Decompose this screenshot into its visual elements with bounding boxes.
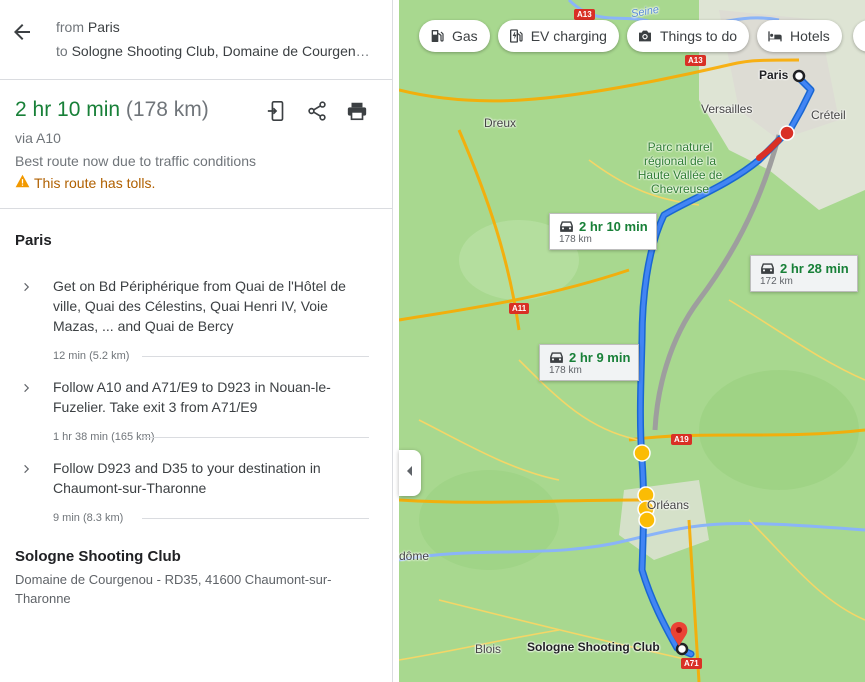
back-arrow-icon[interactable]: [10, 20, 36, 44]
callout-time: 2 hr 9 min: [569, 350, 631, 365]
route-best-note: Best route now due to traffic conditions: [15, 153, 256, 169]
map-label-park: Parc naturel régional de la Haute Vallée…: [637, 140, 723, 196]
step-duration: 12 min (5.2 km): [53, 350, 130, 362]
step-divider: [142, 356, 369, 357]
origin-marker[interactable]: [792, 69, 806, 83]
camera-icon: [637, 28, 653, 44]
road-shield-a71: A71: [681, 658, 702, 669]
chip-hotels[interactable]: Hotels: [757, 20, 842, 52]
chip-things-to-do[interactable]: Things to do: [626, 20, 750, 52]
step-instruction: Follow D923 and D35 to your destination …: [53, 460, 321, 496]
chevron-right-icon: [20, 462, 34, 476]
route-callout-alternative-2[interactable]: 2 hr 9 min 178 km: [539, 344, 640, 381]
map-canvas[interactable]: Paris Versailles Créteil Dreux Parc natu…: [399, 0, 865, 682]
step-divider: [142, 518, 369, 519]
map-label-destination[interactable]: Sologne Shooting Club: [527, 640, 660, 654]
toll-warning: This route has tolls.: [15, 174, 155, 191]
directions-header: from Paris to Sologne Shooting Club, Dom…: [0, 0, 393, 80]
chip-label: Gas: [452, 28, 478, 44]
destination-full: Sologne Shooting Club, Domaine de Courge…: [71, 43, 376, 59]
route-distance: (178 km): [125, 98, 209, 121]
callout-distance: 172 km: [760, 276, 793, 287]
road-shield-a19: A19: [671, 434, 692, 445]
chevron-right-icon: [20, 381, 34, 395]
map-label-orleans: Orléans: [647, 498, 690, 512]
chevron-left-icon: [405, 464, 415, 482]
origin-prefix: from: [56, 19, 84, 35]
callout-distance: 178 km: [559, 234, 592, 245]
destination-address: Domaine de Courgenou - RD35, 41600 Chaum…: [15, 572, 332, 606]
map-graphics: [399, 0, 865, 682]
print-icon[interactable]: [346, 100, 368, 122]
map-label-paris: Paris: [759, 68, 789, 82]
step-instruction: Get on Bd Périphérique from Quai de l'Hô…: [53, 278, 346, 334]
chip-label: EV charging: [530, 28, 607, 44]
destination-prefix: to: [56, 43, 68, 59]
map-label-blois: Blois: [475, 642, 502, 656]
ev-charging-icon: [508, 28, 524, 44]
route-callout-alternative[interactable]: 2 hr 28 min 172 km: [750, 255, 858, 292]
chip-ev-charging[interactable]: EV charging: [497, 20, 619, 52]
start-location-name: Paris: [15, 232, 52, 249]
map-label-vendome: dôme: [399, 549, 430, 563]
chip-gas[interactable]: Gas: [419, 20, 490, 52]
chip-label: Things to do: [659, 28, 738, 44]
share-icon[interactable]: [306, 100, 328, 122]
gas-station-icon: [429, 28, 445, 44]
step-instruction: Follow A10 and A71/E9 to D923 in Nouan-l…: [53, 379, 331, 415]
step-duration: 9 min (8.3 km): [53, 512, 124, 524]
road-shield-a11: A11: [509, 303, 530, 314]
send-to-phone-icon[interactable]: [266, 100, 288, 122]
map-label-dreux: Dreux: [484, 116, 517, 130]
map-label-versailles: Versailles: [701, 102, 753, 116]
car-icon: [759, 262, 776, 276]
route-duration: 2 hr 10 min: [15, 98, 121, 121]
route-callout-primary[interactable]: 2 hr 10 min 178 km: [549, 213, 657, 250]
car-icon: [558, 220, 575, 234]
warning-icon: [15, 174, 30, 191]
origin-line[interactable]: from Paris: [56, 19, 120, 35]
route-summary: 2 hr 10 min (178 km) via A10 Best route …: [0, 80, 393, 209]
route-via: via A10: [15, 130, 61, 146]
step-divider: [142, 437, 369, 438]
collapse-panel-button[interactable]: [399, 450, 421, 496]
route-duration-line: 2 hr 10 min (178 km): [15, 98, 209, 122]
origin-name: Paris: [87, 19, 120, 35]
road-shield-a13: A13: [685, 55, 706, 66]
chevron-right-icon: [20, 280, 34, 294]
summary-actions: [266, 100, 368, 122]
destination-line[interactable]: to Sologne Shooting Club, Domaine de Cou…: [56, 43, 376, 59]
road-shield-a13-top: A13: [574, 9, 595, 20]
category-chips: Gas EV charging Things to do Hotels: [419, 20, 842, 52]
callout-distance: 178 km: [549, 365, 582, 376]
bed-icon: [767, 28, 783, 44]
chip-label: Hotels: [790, 28, 830, 44]
map-label-creteil: Créteil: [811, 108, 846, 122]
callout-time: 2 hr 10 min: [579, 219, 648, 234]
directions-panel: from Paris to Sologne Shooting Club, Dom…: [0, 0, 393, 682]
step-duration: 1 hr 38 min (165 km): [53, 431, 155, 443]
toll-text: This route has tolls.: [34, 174, 156, 191]
callout-time: 2 hr 28 min: [780, 261, 849, 276]
car-icon: [548, 351, 565, 365]
destination-name: Sologne Shooting Club: [15, 548, 181, 565]
